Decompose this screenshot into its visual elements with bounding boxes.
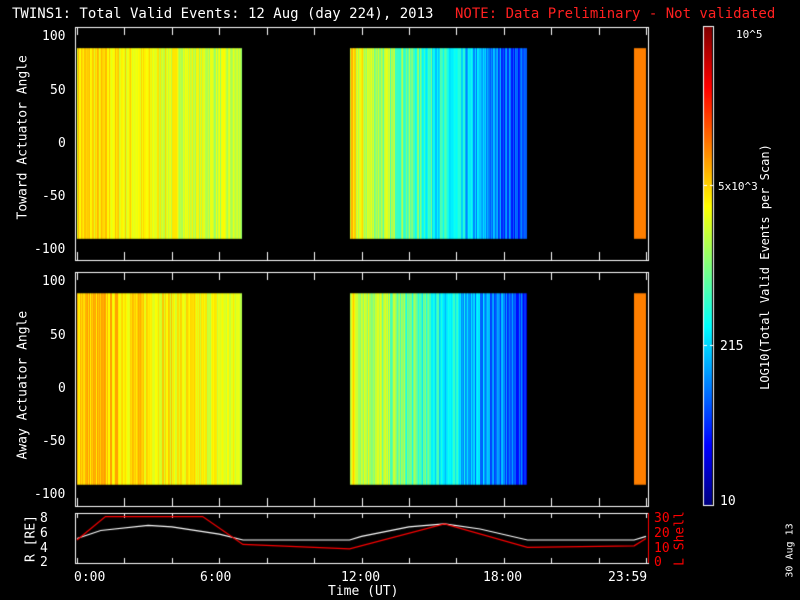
ytick: -50	[42, 434, 66, 449]
ytick-right: 20	[654, 526, 670, 541]
ytick: 8	[40, 511, 48, 526]
ytick-right: 10	[654, 541, 670, 556]
toward-ylabel: Toward Actuator Angle	[15, 55, 31, 220]
ytick: 6	[40, 526, 48, 541]
away-ylabel: Away Actuator Angle	[15, 310, 31, 460]
cbar-tick: 10	[720, 494, 736, 509]
ytick: -100	[34, 487, 66, 502]
xtick: 23:59	[608, 570, 648, 585]
preliminary-note: NOTE: Data Preliminary - Not validated	[455, 6, 776, 22]
ytick: 50	[50, 83, 66, 98]
cbar-tick: 10^5	[736, 28, 763, 41]
plot-title: TWINS1: Total Valid Events: 12 Aug (day …	[12, 6, 434, 22]
colorbar-label: LOG10(Total Valid Events per Scan)	[758, 144, 772, 390]
ytick-right: 0	[654, 555, 662, 570]
ytick-right: 30	[654, 511, 670, 526]
ytick: 0	[58, 381, 66, 396]
ytick: 2	[40, 555, 48, 570]
xtick: 12:00	[341, 570, 381, 585]
ytick: 100	[42, 29, 66, 44]
ytick: 0	[58, 136, 66, 151]
cbar-tick: 5x10^3	[718, 180, 758, 193]
xtick: 0:00	[74, 570, 106, 585]
ytick: -50	[42, 189, 66, 204]
xtick: 6:00	[200, 570, 232, 585]
xlabel: Time (UT)	[328, 584, 399, 599]
lshell-ylabel: L Shell	[672, 511, 688, 566]
r-ylabel: R [RE]	[23, 515, 39, 562]
ytick: 50	[50, 328, 66, 343]
ytick: 4	[40, 541, 48, 556]
ytick: -100	[34, 242, 66, 257]
xtick: 18:00	[483, 570, 523, 585]
cbar-tick: 215	[720, 339, 744, 354]
date-stamp: 30 Aug 13	[784, 523, 796, 578]
ytick: 100	[42, 274, 66, 289]
twins-plot: TWINS1: Total Valid Events: 12 Aug (day …	[0, 0, 800, 600]
